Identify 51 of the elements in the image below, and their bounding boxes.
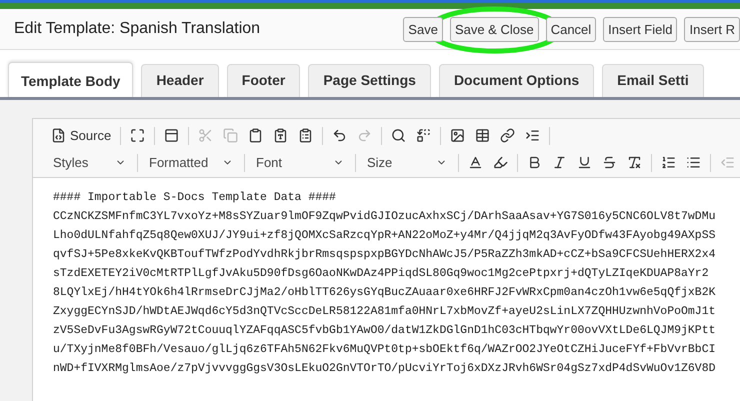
code-line: sTzdEXETEY2iV0cMtRTPlLgfJvAku5D90fDsg6OaoNKwDAz4PPiqdSL80Gq9woc1Mg2cePtpxrj+dQTyLZIqeKDUAP8aYr2	[53, 266, 710, 282]
background-color-icon	[493, 155, 508, 170]
undo-icon	[332, 128, 348, 143]
copy-icon	[223, 128, 238, 143]
format-dropdown[interactable]: Styles	[47, 152, 132, 173]
redo-icon	[357, 128, 372, 143]
format-dropdown[interactable]: Font	[250, 152, 350, 173]
code-line: #### Importable S-Docs Template Data ####	[53, 190, 337, 206]
window-title: Edit Template: Spanish Translation	[14, 20, 262, 38]
numbered-list-icon	[661, 155, 676, 170]
paste-text-icon	[273, 128, 288, 143]
tab[interactable]: Footer	[226, 64, 300, 97]
code-line: 8LQYlxEj/hH4tYOk6h4lRrmseDrCJjMa2/oHblTT626ysGYqBucZAuaar0xe6HRFJ2FvWRxCpm0an4czOh1vw6e5qQfjxB2K	[53, 285, 717, 301]
maximize-icon	[130, 128, 146, 143]
text-color-icon	[468, 155, 483, 170]
code-line: nWD+fIVXRMglmsAoe/z7pVjvvvggGgsV3OsLEkuO2GnVTOrTO/pUcviYrToj6xDXzJRvh6WSr04gSz7xdP4dSvWuOv1Z6V8D	[53, 361, 717, 377]
image-icon	[450, 128, 466, 143]
toolbar-button[interactable]: Save	[403, 16, 443, 42]
file-code-icon	[51, 128, 66, 143]
toolbar-button[interactable]: Cancel	[546, 16, 596, 42]
code-line: ZxyggECYnSJD/hWDtAEJWqd6cY5d3nQTVcSccDeLR58122A81mfa0HNrL7xbMovZf+ayeU2sLinLX7ZQHHUzwnhVoPoOmJ1t	[53, 304, 717, 320]
strikethrough-icon	[602, 155, 617, 170]
bullet-list-icon	[686, 155, 701, 170]
toolbar-button[interactable]: Save & Close	[450, 16, 539, 42]
format-dropdown[interactable]: Size	[361, 152, 453, 173]
table-icon	[475, 128, 490, 143]
tab[interactable]: Template Body	[8, 62, 134, 97]
search-icon	[391, 128, 406, 143]
tab[interactable]: Document Options	[438, 64, 594, 97]
tab[interactable]: Header	[141, 64, 219, 97]
italic-icon	[552, 155, 567, 170]
clear-format-icon	[627, 155, 642, 170]
paste-word-icon	[298, 128, 314, 143]
tab[interactable]: Email Setti	[602, 64, 704, 97]
code-line: zV5SeDvFu3AgswRGyW72tCouuqlYZAFqqASC5fvbGb1YAwO0/datW1ZkDGlGnD1hC03cHTbqwYr00ovVXtLDe6LQJM9jKPtt	[53, 323, 717, 339]
replace-icon	[416, 128, 432, 143]
link-icon	[500, 128, 516, 143]
cut-icon	[198, 128, 214, 143]
toolbar-button[interactable]: Insert Field	[603, 16, 678, 42]
code-line: CCzNCKZSMFnfmC3YL7vxoYz+M8sSYZuar9lmOF9ZqwPvidGJIOzucAxhxSCj/DArhSaaAsav+YG7S016y5CNC6OLV8t7wDMu	[53, 209, 717, 225]
bold-icon	[527, 155, 542, 170]
source-button[interactable]: Source	[47, 125, 116, 146]
outdent-icon	[720, 155, 735, 170]
code-line: Lho0dULNfahfqZ5q8Qew0XUJ/JY9ui+zf8jQOMXcSaRzcqYpR+AN22oMoZ+y4Mr/Q4jjqM2q3AvFyODfw43FAyobg49AXpSS	[53, 228, 717, 244]
tab[interactable]: Page Settings	[308, 64, 431, 97]
underline-icon	[577, 155, 592, 170]
code-line: u/TXyjnMe8f0BFh/Vesauo/glLjq6z6TFAh5N62Fkv6MuQVPt0tp+sbOEktf6q/WAZrOO2JYeOtCZHiJuceFYf+FbVvrBbCI	[53, 342, 717, 358]
format-dropdown[interactable]: Formatted	[143, 152, 239, 173]
code-line: qvfSJ+5Pe8xkeKvQKBToufTWfzPodYvdhRkjbrRmsqspspxpBGYDcNhAWcJ5/P5RaZZh3mkAD+cCZ+bSa9CFCSUehHERX2x4	[53, 247, 717, 263]
paste-icon	[248, 128, 264, 143]
toolbar-button[interactable]: Insert R	[684, 16, 740, 42]
